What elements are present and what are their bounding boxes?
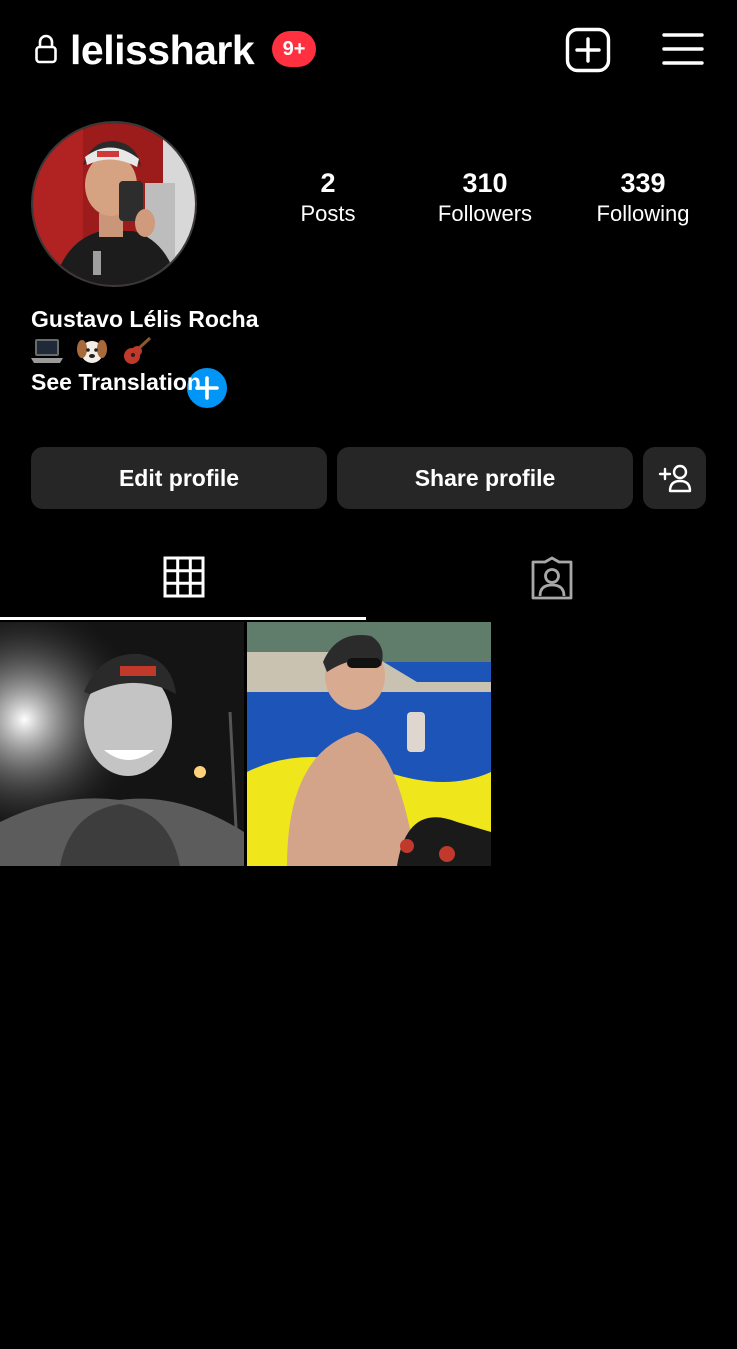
posts-count: 2 [320,168,336,198]
tab-posts-grid[interactable] [0,540,368,620]
post-image-pool [247,622,491,866]
posts-stat[interactable]: 2 Posts [263,166,393,228]
active-tab-indicator [0,617,366,620]
add-person-icon [658,464,691,493]
discover-people-button[interactable] [643,447,706,509]
guitar-icon [124,336,152,364]
post-thumbnail[interactable] [247,622,491,866]
post-image-night-selfie [0,622,244,866]
followers-label: Followers [437,201,533,226]
username-switcher[interactable]: lelisshark [70,24,255,76]
grid-icon [163,556,205,598]
following-stat[interactable]: 339 Following [578,166,708,228]
tagged-person-icon [531,556,573,600]
laptop-icon [31,339,63,363]
edit-profile-button[interactable]: Edit profile [31,447,327,509]
followers-count: 310 [462,168,508,198]
dog-face-icon [77,340,107,363]
profile-tabs [0,540,737,622]
avatar-photo [33,123,195,285]
posts-label: Posts [300,201,356,226]
following-label: Following [596,201,690,226]
following-count: 339 [620,168,666,198]
tab-tagged[interactable] [368,540,736,620]
see-translation-link[interactable]: See Translation [31,366,201,398]
avatar[interactable] [31,121,197,287]
plus-square-icon[interactable] [565,27,611,73]
lock-icon [35,34,57,64]
avatar-container[interactable] [31,121,231,412]
followers-stat[interactable]: 310 Followers [420,166,550,228]
share-profile-button[interactable]: Share profile [337,447,633,509]
hamburger-menu-icon[interactable] [662,31,704,67]
full-name: Gustavo Lélis Rocha [31,306,259,332]
top-bar: lelisshark 9+ [0,0,737,100]
bio-emojis [31,335,153,367]
notification-badge[interactable]: 9+ [272,31,316,67]
post-thumbnail[interactable] [0,622,244,866]
